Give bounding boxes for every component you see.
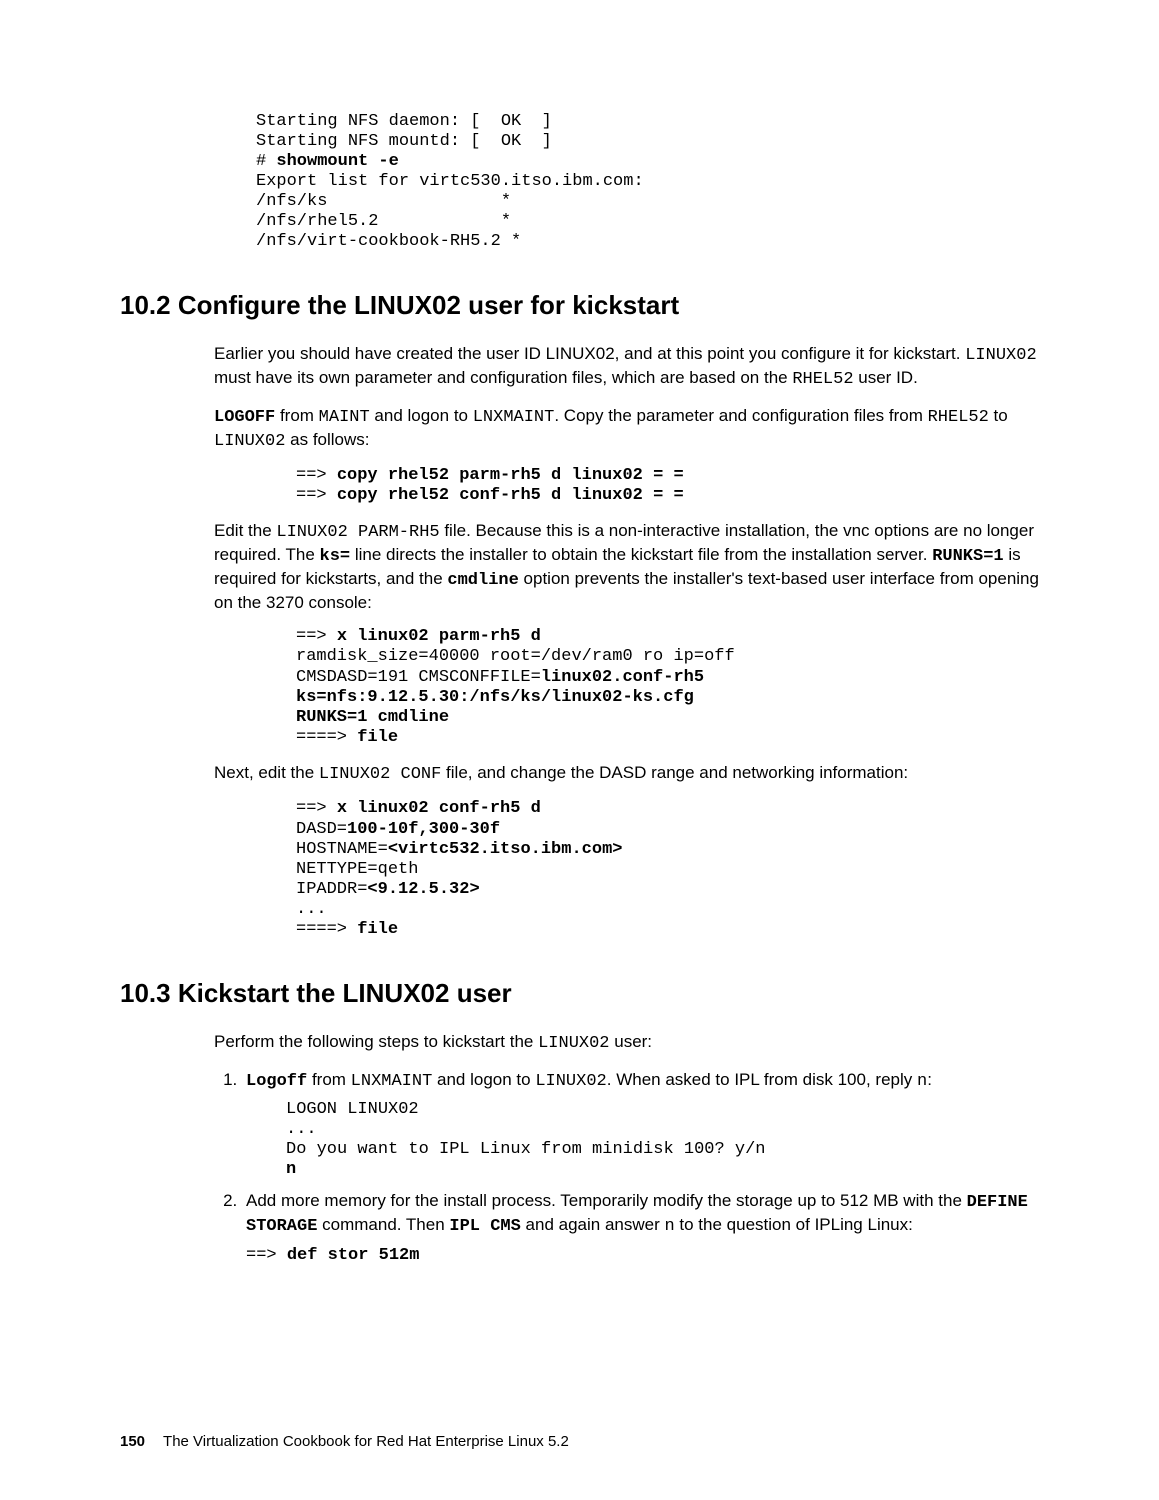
code-line: LOGON LINUX02 [286,1100,419,1119]
section-heading-10-2: 10.2 Configure the LINUX02 user for kick… [120,290,1039,321]
code-line: /nfs/ks * [256,192,511,211]
body-paragraph: Perform the following steps to kickstart… [214,1031,1039,1055]
code-line: ====> file [296,920,398,939]
code-line: Starting NFS mountd: [ OK ] [256,132,552,151]
page-footer: 150 The Virtualization Cookbook for Red H… [120,1433,569,1450]
code-line: ... [286,1120,317,1139]
code-line: DASD=100-10f,300-30f [296,820,500,839]
body-paragraph: Edit the LINUX02 PARM-RH5 file. Because … [214,520,1039,613]
code-block-logon: LOGON LINUX02 ... Do you want to IPL Lin… [286,1100,1039,1180]
step-1: Logoff from LNXMAINT and logon to LINUX0… [242,1069,1039,1181]
code-line: n [286,1160,296,1179]
code-line: Export list for virtc530.itso.ibm.com: [256,172,644,191]
code-line: ks=nfs:9.12.5.30:/nfs/ks/linux02-ks.cfg [296,688,694,707]
code-line: ==> def stor 512m [246,1246,419,1265]
code-block-copy: ==> copy rhel52 parm-rh5 d linux02 = = =… [296,466,1039,506]
book-title: The Virtualization Cookbook for Red Hat … [163,1433,569,1450]
code-line: ==> copy rhel52 parm-rh5 d linux02 = = [296,466,684,485]
ordered-steps: Logoff from LNXMAINT and logon to LINUX0… [214,1069,1039,1266]
code-line: ==> x linux02 parm-rh5 d [296,627,541,646]
code-block-parm: ==> x linux02 parm-rh5 d ramdisk_size=40… [296,627,1039,747]
code-line: ==> copy rhel52 conf-rh5 d linux02 = = [296,486,684,505]
code-line: /nfs/rhel5.2 * [256,212,511,231]
code-line: Starting NFS daemon: [ OK ] [256,112,552,131]
code-line: CMSDASD=191 CMSCONFFILE=linux02.conf-rh5 [296,668,704,687]
code-line: /nfs/virt-cookbook-RH5.2 * [256,232,521,251]
code-line: # showmount -e [256,152,399,171]
code-line: ==> x linux02 conf-rh5 d [296,799,541,818]
code-line: HOSTNAME=<virtc532.itso.ibm.com> [296,840,622,859]
code-block-nfs: Starting NFS daemon: [ OK ] Starting NFS… [256,112,1039,252]
code-block-defstor: ==> def stor 512m [246,1246,1039,1266]
code-line: ramdisk_size=40000 root=/dev/ram0 ro ip=… [296,647,735,666]
code-line: ... [296,900,327,919]
body-paragraph: LOGOFF from MAINT and logon to LNXMAINT.… [214,405,1039,453]
document-page: Starting NFS daemon: [ OK ] Starting NFS… [0,0,1159,1500]
code-line: Do you want to IPL Linux from minidisk 1… [286,1140,765,1159]
code-line: IPADDR=<9.12.5.32> [296,880,480,899]
code-line: NETTYPE=qeth [296,860,418,879]
code-line: RUNKS=1 cmdline [296,708,449,727]
body-paragraph: Next, edit the LINUX02 CONF file, and ch… [214,762,1039,786]
code-block-conf: ==> x linux02 conf-rh5 d DASD=100-10f,30… [296,799,1039,939]
page-number: 150 [120,1433,145,1450]
body-paragraph: Earlier you should have created the user… [214,343,1039,391]
section-heading-10-3: 10.3 Kickstart the LINUX02 user [120,978,1039,1009]
step-2: Add more memory for the install process.… [242,1190,1039,1266]
code-line: ====> file [296,728,398,747]
